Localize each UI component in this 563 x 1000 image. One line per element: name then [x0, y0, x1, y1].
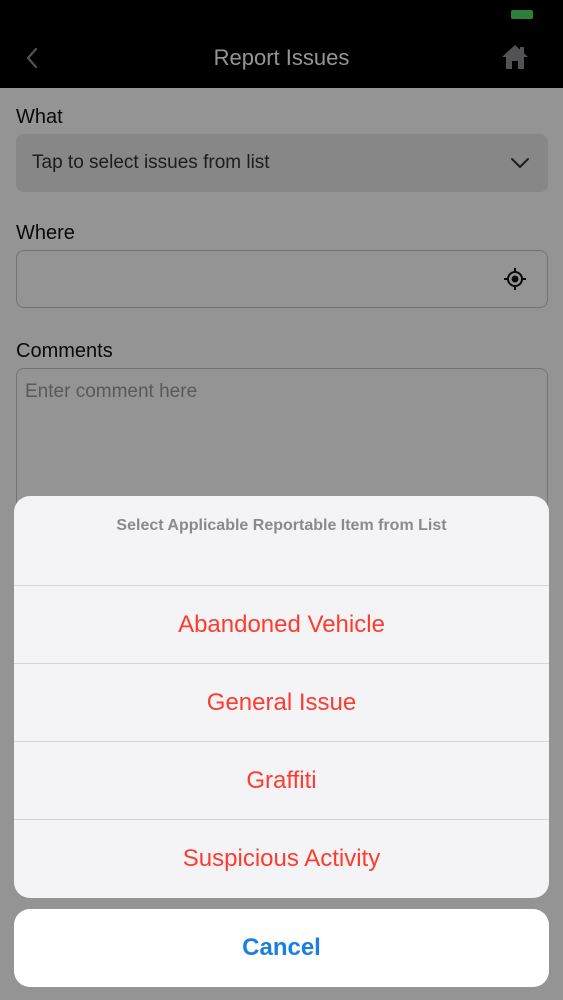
action-item-abandoned-vehicle[interactable]: Abandoned Vehicle [14, 586, 549, 664]
action-sheet-title: Select Applicable Reportable Item from L… [14, 496, 549, 586]
action-item-general-issue[interactable]: General Issue [14, 664, 549, 742]
action-item-graffiti[interactable]: Graffiti [14, 742, 549, 820]
action-sheet: Select Applicable Reportable Item from L… [14, 496, 549, 898]
cancel-button[interactable]: Cancel [14, 909, 549, 987]
action-item-suspicious-activity[interactable]: Suspicious Activity [14, 820, 549, 898]
